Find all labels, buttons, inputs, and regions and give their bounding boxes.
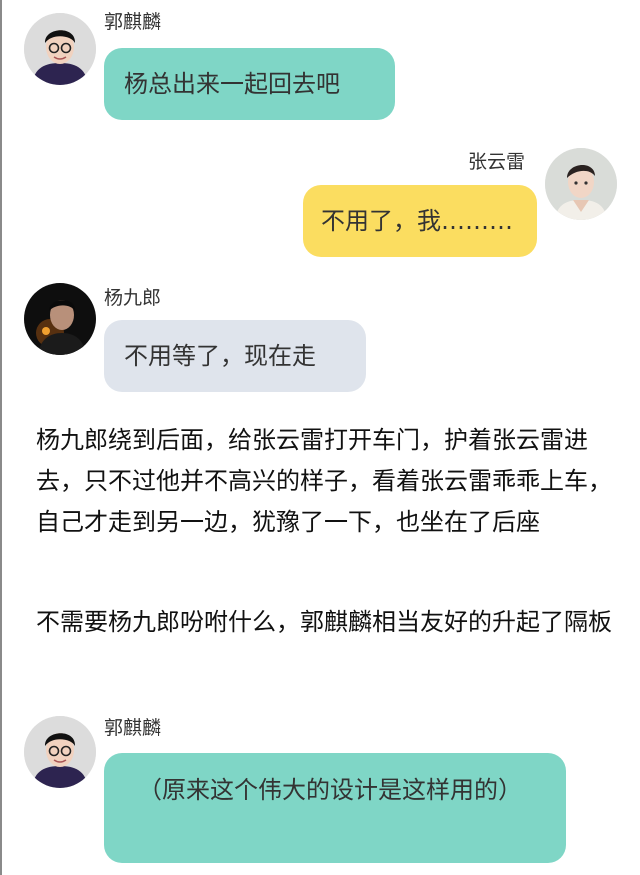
narration-paragraph: 不需要杨九郎吩咐什么，郭麒麟相当友好的升起了隔板 xyxy=(36,608,612,636)
sender-name: 张云雷 xyxy=(468,151,526,173)
guo-qilin-avatar[interactable] xyxy=(24,13,96,85)
sender-name: 郭麒麟 xyxy=(104,717,162,739)
narration-paragraph: 杨九郎绕到后面，给张云雷打开车门，护着张云雷进去，只不过他并不高兴的样子，看着张… xyxy=(36,426,612,536)
guo-qilin-avatar[interactable] xyxy=(24,716,96,788)
yang-jiulang-avatar[interactable] xyxy=(24,283,96,355)
message-bubble[interactable]: 杨总出来一起回去吧 xyxy=(104,48,395,120)
message-bubble[interactable]: （原来这个伟大的设计是这样用的） xyxy=(104,753,566,863)
left-border xyxy=(0,0,2,875)
zhang-yunlei-avatar[interactable] xyxy=(545,148,617,220)
message-bubble[interactable]: 不用等了，现在走 xyxy=(104,320,366,392)
sender-name: 郭麒麟 xyxy=(104,11,162,33)
message-bubble[interactable]: 不用了，我……… xyxy=(303,185,537,257)
sender-name: 杨九郎 xyxy=(104,287,162,309)
